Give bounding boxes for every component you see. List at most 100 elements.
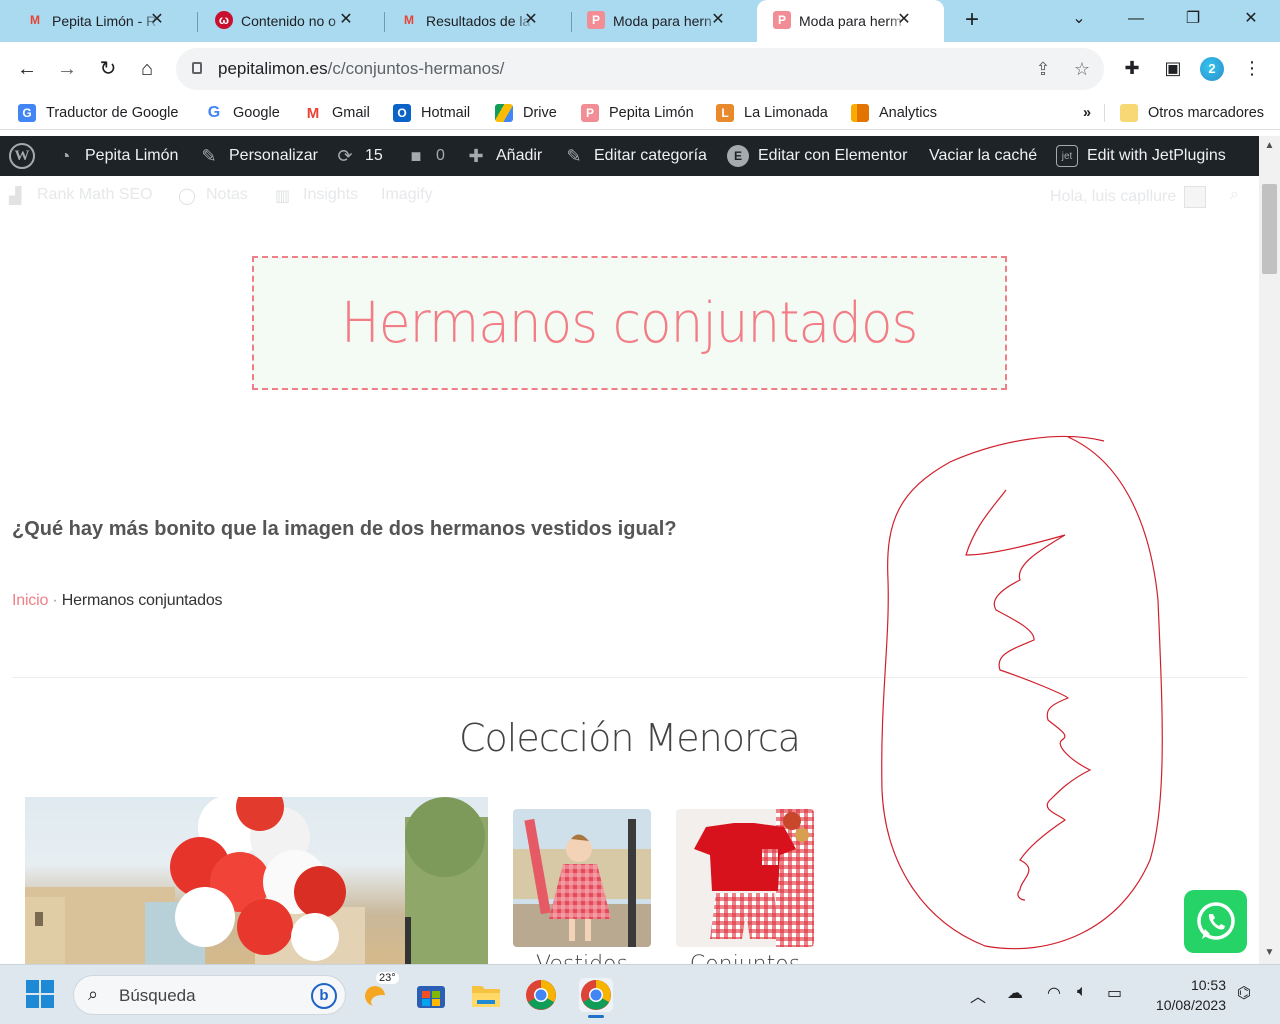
girl-dress-photo xyxy=(513,809,651,947)
customize-link[interactable]: ✎ Personalizar xyxy=(198,136,317,176)
clock-time: 10:53 xyxy=(1190,977,1226,993)
chrome-active-icon[interactable] xyxy=(579,978,613,1018)
bookmark-traductor[interactable]: G Traductor de Google xyxy=(18,102,178,124)
scroll-down-arrow-icon[interactable]: ▼ xyxy=(1259,947,1280,958)
thumb-vestidos[interactable] xyxy=(513,809,651,947)
rank-math-link[interactable]: ▟ Rank Math SEO xyxy=(9,186,153,205)
tab-5-active[interactable]: P Moda para herm ✕ xyxy=(773,8,911,34)
outfit-set-photo xyxy=(676,809,814,947)
collection-hero-image[interactable] xyxy=(25,797,488,965)
more-bookmarks-button[interactable]: » xyxy=(1083,102,1091,124)
bookmark-label: Google xyxy=(233,105,280,121)
home-icon[interactable]: ⌂ xyxy=(134,56,160,82)
tab-title: Moda para hern xyxy=(613,13,712,29)
drive-icon xyxy=(495,104,513,122)
close-window-icon[interactable]: ✕ xyxy=(1236,6,1266,32)
wp-admin-bar: W ◔ Pepita Limón ✎ Personalizar ⟳ 15 ■ 0… xyxy=(0,136,1259,176)
close-tab-icon[interactable]: ✕ xyxy=(709,11,727,29)
bookmark-gmail[interactable]: M Gmail xyxy=(304,102,370,124)
imagify-link[interactable]: Imagify xyxy=(381,186,433,204)
other-bookmarks[interactable]: Otros marcadores xyxy=(1120,102,1264,124)
new-tab-button[interactable]: + xyxy=(960,8,984,34)
tab-3[interactable]: M Resultados de la ✕ xyxy=(400,8,538,34)
scrollbar-thumb[interactable] xyxy=(1262,184,1277,274)
bookmark-drive[interactable]: Drive xyxy=(495,102,557,124)
forward-icon[interactable]: → xyxy=(54,56,80,82)
close-tab-icon[interactable]: ✕ xyxy=(522,11,540,29)
site-name-menu[interactable]: ◔ Pepita Limón xyxy=(54,136,179,176)
breadcrumb: Inicio · Hermanos conjuntados xyxy=(12,592,223,610)
browser-toolbar: ← → ↻ ⌂ pepitalimon.es/c/conjuntos-herma… xyxy=(0,42,1280,96)
close-tab-icon[interactable]: ✕ xyxy=(895,11,913,29)
file-explorer-icon[interactable] xyxy=(469,978,503,1012)
clear-cache-link[interactable]: Vaciar la caché xyxy=(929,136,1037,176)
plus-icon: ✚ xyxy=(468,145,484,166)
pepita-icon: P xyxy=(587,11,605,29)
back-icon[interactable]: ← xyxy=(14,56,40,82)
bookmark-pepita[interactable]: P Pepita Limón xyxy=(581,102,694,124)
volume-icon[interactable]: 🔈︎ xyxy=(1077,983,1087,1001)
tab-separator xyxy=(384,12,385,32)
onedrive-cloud-icon[interactable]: ☁ xyxy=(1007,983,1023,1003)
address-bar[interactable]: pepitalimon.es/c/conjuntos-hermanos/ ⇪ ☆ xyxy=(176,48,1104,90)
weather-widget[interactable]: 23° xyxy=(362,972,399,1012)
updates-link[interactable]: ⟳ 15 xyxy=(334,136,382,176)
url-text[interactable]: pepitalimon.es/c/conjuntos-hermanos/ xyxy=(218,59,504,79)
search-icon[interactable]: ⌕ xyxy=(1230,186,1239,204)
taskbar-search-input[interactable]: ⌕ Búsqueda b xyxy=(73,975,346,1015)
wifi-icon[interactable]: ◠ xyxy=(1047,983,1061,1003)
windows-start-icon[interactable] xyxy=(24,978,58,1012)
restore-icon[interactable]: ❐ xyxy=(1178,6,1208,32)
comments-link[interactable]: ■ 0 xyxy=(405,136,445,176)
bing-icon[interactable]: b xyxy=(311,983,337,1009)
store-icon[interactable] xyxy=(414,978,448,1012)
edit-elementor-label: Editar con Elementor xyxy=(758,147,908,164)
scroll-up-arrow-icon[interactable]: ▲ xyxy=(1259,140,1280,151)
chrome-icon[interactable] xyxy=(524,978,558,1012)
share-icon[interactable]: ⇪ xyxy=(1032,58,1054,80)
notes-link[interactable]: ◯ Notas xyxy=(178,186,248,205)
extensions-icon[interactable]: ✚ xyxy=(1120,56,1144,80)
gmail-icon: M xyxy=(404,13,414,27)
battery-icon[interactable]: ▭ xyxy=(1107,983,1122,1003)
system-clock[interactable]: 10:53 10/08/2023 xyxy=(1148,975,1226,1015)
tab-4[interactable]: P Moda para hern ✕ xyxy=(587,8,725,34)
tray-chevron-icon[interactable]: ︿ xyxy=(970,983,986,1007)
clear-cache-label: Vaciar la caché xyxy=(929,147,1038,164)
bookmark-analytics[interactable]: Analytics xyxy=(851,102,937,124)
side-panel-icon[interactable]: ▣ xyxy=(1161,56,1185,80)
lock-icon[interactable] xyxy=(192,62,202,74)
outlook-icon: O xyxy=(393,104,411,122)
reload-icon[interactable]: ↻ xyxy=(95,56,121,82)
wordpress-logo-icon[interactable]: W xyxy=(9,136,35,176)
jetplugins-link[interactable]: jet Edit with JetPlugins xyxy=(1056,136,1226,176)
tab-2[interactable]: ω Contenido no o ✕ xyxy=(215,8,353,34)
breadcrumb-current: Hermanos conjuntados xyxy=(61,592,223,609)
user-greeting[interactable]: Hola, luis capllure xyxy=(1050,186,1207,208)
bookmark-star-icon[interactable]: ☆ xyxy=(1071,58,1093,80)
edit-category-label: Editar categoría xyxy=(594,147,707,164)
bookmark-label: Drive xyxy=(523,105,557,121)
tab-1[interactable]: M Pepita Limón - R ✕ xyxy=(26,8,164,34)
profile-avatar[interactable]: 2 xyxy=(1200,57,1224,81)
insights-link[interactable]: ▥ Insights xyxy=(275,186,358,205)
breadcrumb-home-link[interactable]: Inicio xyxy=(12,592,48,609)
tab-search-icon[interactable]: ⌄ xyxy=(1064,6,1094,32)
add-new-menu[interactable]: ✚ Añadir xyxy=(465,136,542,176)
close-tab-icon[interactable]: ✕ xyxy=(337,11,355,29)
notifications-icon[interactable]: ⌬ xyxy=(1237,983,1251,1003)
edit-category-link[interactable]: ✎ Editar categoría xyxy=(563,136,707,176)
bookmark-limonada[interactable]: L La Limonada xyxy=(716,102,828,124)
edit-elementor-link[interactable]: E Editar con Elementor xyxy=(727,136,907,176)
whatsapp-button[interactable] xyxy=(1184,890,1247,953)
menu-kebab-icon[interactable]: ⋮ xyxy=(1240,56,1264,80)
updates-icon: ⟳ xyxy=(337,145,353,166)
bar-chart-icon: ▥ xyxy=(275,188,291,205)
close-tab-icon[interactable]: ✕ xyxy=(148,11,166,29)
thumb-conjuntos[interactable] xyxy=(676,809,814,947)
page-scrollbar[interactable]: ▲ ▼ xyxy=(1259,136,1280,964)
bookmark-hotmail[interactable]: O Hotmail xyxy=(393,102,470,124)
minimize-icon[interactable]: — xyxy=(1121,6,1151,32)
tab-separator xyxy=(571,12,572,32)
bookmark-google[interactable]: G Google xyxy=(205,102,280,124)
